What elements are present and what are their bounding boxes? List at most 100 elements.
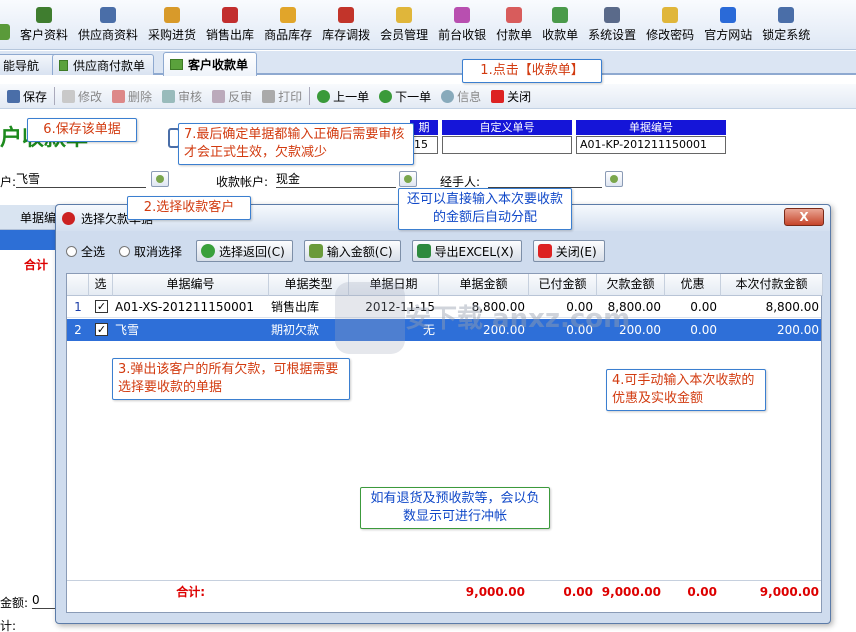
total-amount: 9,000.00: [465, 585, 525, 599]
cell-payment[interactable]: 200.00: [721, 319, 823, 341]
menu-item-password[interactable]: 修改密码: [641, 0, 699, 43]
deselect-radio[interactable]: 取消选择: [119, 243, 182, 260]
toolbar-divider: [309, 87, 311, 105]
menu-item-label: 修改密码: [646, 28, 695, 42]
cell-discount[interactable]: 0.00: [665, 296, 721, 318]
amount-field[interactable]: 0: [32, 593, 56, 609]
grid-total-label: 合计:: [176, 585, 205, 599]
customer-picker-icon[interactable]: [151, 171, 169, 187]
menu-item-customer[interactable]: 客户资料: [15, 0, 73, 43]
callout-step6: 6.保存该单据: [27, 118, 137, 142]
total-divider: [67, 580, 821, 581]
print-label: 打印: [278, 89, 303, 104]
input-amount-label: 输入金额(C): [326, 244, 393, 259]
prev-button[interactable]: 上一单: [312, 85, 374, 107]
save-button[interactable]: 保存: [2, 85, 52, 107]
menu-item-stock[interactable]: 商品库存: [259, 0, 317, 43]
print-icon: [262, 89, 276, 103]
menu-item-cut[interactable]: [0, 0, 15, 43]
tab-navigation[interactable]: 能导航: [0, 54, 58, 75]
menu-item-sales[interactable]: 销售出库: [201, 0, 259, 43]
select-all-radio[interactable]: 全选: [66, 243, 105, 260]
stock-icon: [280, 7, 297, 23]
menu-item-cashier[interactable]: 前台收银: [433, 0, 491, 43]
close-button[interactable]: 关闭: [486, 85, 536, 107]
callout-step5: 还可以直接输入本次要收款的金额后自动分配: [398, 188, 572, 230]
tab-customer-receipt[interactable]: 客户收款单: [163, 52, 257, 76]
doc-no-field: A01-KP-201211150001: [576, 136, 726, 154]
dialog-app-icon: [62, 211, 75, 225]
cell-payment[interactable]: 8,800.00: [721, 296, 823, 318]
handler-picker-icon[interactable]: [605, 171, 623, 187]
export-excel-label: 导出EXCEL(X): [434, 244, 514, 259]
grid-header-amount: 单据金额: [439, 274, 529, 296]
delete-icon: [112, 89, 126, 103]
grid-header-select: 选: [89, 274, 113, 296]
customer-field[interactable]: 飞雪: [16, 172, 146, 188]
menu-item-purchase[interactable]: 采购进货: [143, 0, 201, 43]
date-field[interactable]: 15: [410, 136, 438, 154]
transfer-icon: [338, 7, 355, 23]
print-button[interactable]: 打印: [257, 85, 307, 107]
radio-dot: [66, 245, 77, 257]
main-grid-header: 单据编: [0, 205, 60, 230]
menu-item-lock[interactable]: 锁定系统: [757, 0, 815, 43]
money-icon: [308, 244, 323, 258]
menu-item-label: 采购进货: [148, 28, 197, 42]
check-icon: [201, 244, 216, 258]
next-button[interactable]: 下一单: [374, 85, 436, 107]
grid-header-doc-no: 单据编: [20, 211, 57, 225]
select-all-label: 全选: [81, 244, 106, 259]
row-checkbox[interactable]: ✓: [95, 323, 108, 336]
audit-button[interactable]: 审核: [157, 85, 207, 107]
dialog-close-button[interactable]: X: [784, 208, 824, 226]
cell-doc-no: A01-XS-201211150001: [115, 300, 254, 314]
export-excel-button[interactable]: 导出EXCEL(X): [411, 240, 522, 262]
account-label: 收款帐户:: [216, 175, 269, 189]
customer-icon: [36, 7, 52, 23]
account-picker-icon[interactable]: [399, 171, 417, 187]
callout-step1: 1.点击【收款单】: [462, 59, 602, 83]
save-label: 保存: [23, 89, 48, 104]
menu-item-member[interactable]: 会员管理: [375, 0, 433, 43]
sales-icon: [222, 7, 239, 23]
select-return-label: 选择返回(C): [219, 244, 285, 259]
deselect-label: 取消选择: [134, 244, 183, 259]
tab-doc-icon: [170, 59, 183, 70]
info-button[interactable]: 信息: [436, 85, 486, 107]
menu-item-settings[interactable]: 系统设置: [583, 0, 641, 43]
input-amount-button[interactable]: 输入金额(C): [303, 240, 401, 262]
prev-label: 上一单: [333, 89, 370, 104]
menu-item-transfer[interactable]: 库存调拨: [317, 0, 375, 43]
select-return-button[interactable]: 选择返回(C): [196, 240, 293, 262]
tab-supplier-payment[interactable]: 供应商付款单: [52, 54, 154, 75]
row-number: 1: [74, 300, 82, 314]
callout-step4: 4.可手动输入本次收款的优惠及实收金额: [606, 369, 766, 411]
unaudit-icon: [212, 89, 226, 103]
unaudit-button[interactable]: 反审: [207, 85, 257, 107]
delete-button[interactable]: 删除: [107, 85, 157, 107]
menu-item-label: 会员管理: [380, 28, 429, 42]
menu-item-receipt[interactable]: 收款单: [537, 0, 583, 43]
member-icon: [396, 7, 413, 23]
close-icon: [537, 244, 552, 258]
toolbar-divider: [54, 87, 56, 105]
menu-item-payment[interactable]: 付款单: [491, 0, 537, 43]
info-icon: [441, 89, 455, 103]
handler-field[interactable]: [488, 172, 602, 188]
row-checkbox[interactable]: ✓: [95, 300, 108, 313]
dialog-cancel-button[interactable]: 关闭(E): [532, 240, 605, 262]
lock-icon: [778, 7, 795, 23]
main-grid-selected-row[interactable]: [0, 230, 60, 250]
menu-item-website[interactable]: 官方网站: [699, 0, 757, 43]
account-field[interactable]: 现金: [276, 172, 396, 188]
menu-item-supplier[interactable]: 供应商资料: [73, 0, 143, 43]
custom-no-field[interactable]: [442, 136, 572, 154]
settings-icon: [604, 7, 621, 23]
tab-label: 能导航: [3, 58, 40, 73]
edit-button[interactable]: 修改: [57, 85, 107, 107]
grid-header-discount: 优惠: [665, 274, 721, 296]
arrow-left-icon: [317, 89, 331, 103]
cell-discount[interactable]: 0.00: [665, 319, 721, 341]
toolbar: 保存 修改 删除 审核 反审 打印 上一单 下一单 信息 关闭: [0, 84, 856, 109]
